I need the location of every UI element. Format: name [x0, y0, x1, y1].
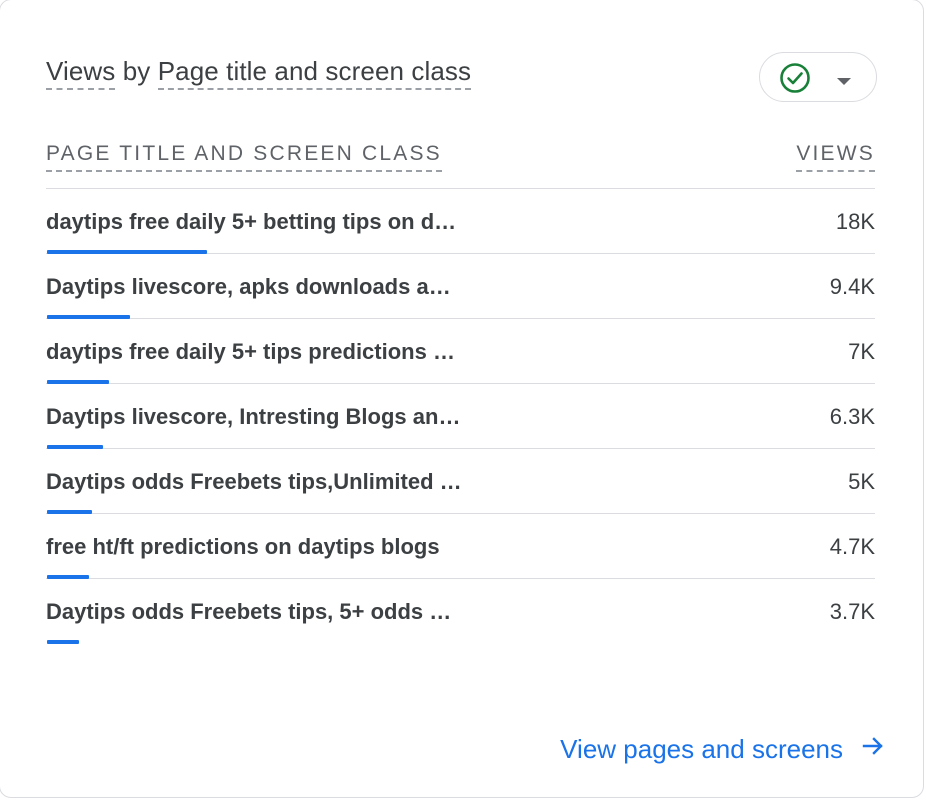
title-by-text: by: [115, 56, 158, 86]
row-views-value: 9.4K: [829, 274, 875, 299]
table-row[interactable]: daytips free daily 5+ tips predictions ……: [46, 319, 875, 384]
row-views-value: 5K: [848, 469, 875, 494]
table-row[interactable]: Daytips odds Freebets tips,Unlimited … 5K: [46, 449, 875, 514]
row-page-title: free ht/ft predictions on daytips blogs: [46, 534, 440, 559]
metric-label[interactable]: Views: [46, 56, 116, 90]
row-views-value: 3.7K: [829, 599, 875, 624]
data-quality-dropdown-button[interactable]: [759, 52, 877, 102]
row-page-title: Daytips odds Freebets tips, 5+ odds …: [46, 599, 452, 624]
row-page-title: daytips free daily 5+ betting tips on d…: [46, 209, 457, 234]
row-page-title: Daytips livescore, Intresting Blogs an…: [46, 404, 461, 429]
column-header-views[interactable]: VIEWS: [796, 142, 875, 172]
view-pages-and-screens-link[interactable]: View pages and screens: [560, 734, 885, 765]
card-title: Views by Page title and screen class: [46, 56, 472, 90]
views-by-page-title-card: Views by Page title and screen class PAG…: [0, 0, 924, 798]
table-row[interactable]: Daytips livescore, apks downloads a… 9.4K: [46, 254, 875, 319]
table-row[interactable]: daytips free daily 5+ betting tips on d……: [46, 189, 875, 254]
row-page-title: Daytips livescore, apks downloads a…: [46, 274, 451, 299]
check-circle-icon: [779, 62, 811, 99]
table-row[interactable]: Daytips odds Freebets tips, 5+ odds … 3.7…: [46, 579, 875, 644]
arrow-right-icon: [861, 734, 885, 765]
column-header-page-title[interactable]: PAGE TITLE AND SCREEN CLASS: [46, 142, 442, 172]
card-header: Views by Page title and screen class: [46, 52, 877, 102]
view-pages-link-label: View pages and screens: [560, 734, 843, 764]
table-row[interactable]: Daytips livescore, Intresting Blogs an… 6…: [46, 384, 875, 449]
row-page-title: daytips free daily 5+ tips predictions …: [46, 339, 455, 364]
row-share-bar: [47, 640, 79, 644]
row-views-value: 4.7K: [829, 534, 875, 559]
dimension-label[interactable]: Page title and screen class: [157, 56, 472, 90]
table-header: PAGE TITLE AND SCREEN CLASS VIEWS: [46, 142, 875, 189]
table-row[interactable]: free ht/ft predictions on daytips blogs 4…: [46, 514, 875, 579]
row-views-value: 6.3K: [829, 404, 875, 429]
row-page-title: Daytips odds Freebets tips,Unlimited …: [46, 469, 462, 494]
row-views-value: 18K: [835, 209, 875, 234]
caret-down-icon: [837, 73, 851, 91]
table-body: daytips free daily 5+ betting tips on d……: [46, 189, 875, 644]
row-views-value: 7K: [848, 339, 875, 364]
